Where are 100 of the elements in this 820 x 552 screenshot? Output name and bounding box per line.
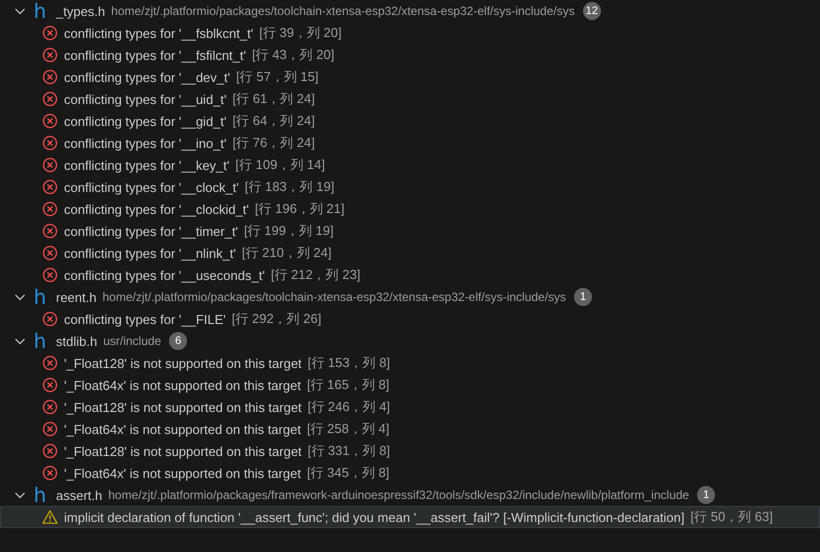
file-group-row[interactable]: h assert.h home/zjt/.platformio/packages/framework-arduinoespressif32/tools/sdk/esp32/include/newlib/platform_include 1 — [0, 484, 820, 506]
problem-row[interactable]: '_Float128' is not supported on this target [行 153，列 8] — [0, 352, 820, 374]
error-icon — [42, 399, 58, 415]
problem-message: '_Float64x' is not supported on this target — [64, 378, 301, 392]
problem-location: [行 109，列 14] — [235, 156, 325, 174]
problem-row[interactable]: conflicting types for '__gid_t' [行 64，列 24] — [0, 110, 820, 132]
file-group-row[interactable]: h reent.h home/zjt/.platformio/packages/toolchain-xtensa-esp32/xtensa-esp32-elf/sys-include/sys 1 — [0, 286, 820, 308]
problem-location: [行 57，列 15] — [236, 68, 318, 86]
file-path: usr/include — [103, 334, 162, 348]
error-icon — [42, 267, 58, 283]
problem-location: [行 199，列 19] — [244, 222, 334, 240]
problem-message: conflicting types for '__fsblkcnt_t' — [64, 26, 254, 40]
problem-row[interactable]: '_Float128' is not supported on this target [行 331，列 8] — [0, 440, 820, 462]
problem-message: '_Float64x' is not supported on this target — [64, 422, 301, 436]
header-file-icon: h — [32, 0, 48, 22]
problem-location: [行 196，列 21] — [254, 200, 344, 218]
file-group-row[interactable]: h _types.h home/zjt/.platformio/packages/toolchain-xtensa-esp32/xtensa-esp32-elf/sys-include/sys 12 — [0, 0, 820, 22]
file-name: _types.h — [56, 4, 106, 18]
problem-message: conflicting types for '__useconds_t' — [64, 268, 265, 282]
problem-location: [行 331，列 8] — [308, 442, 390, 460]
problem-row[interactable]: conflicting types for '__dev_t' [行 57，列 15] — [0, 66, 820, 88]
error-icon — [42, 69, 58, 85]
problem-location: [行 153，列 8] — [308, 354, 390, 372]
problem-row[interactable]: conflicting types for '__useconds_t' [行 212，列 23] — [0, 264, 820, 286]
problem-row[interactable]: '_Float128' is not supported on this target [行 246，列 4] — [0, 396, 820, 418]
problem-row[interactable]: '_Float64x' is not supported on this target [行 345，列 8] — [0, 462, 820, 484]
problem-message: conflicting types for '__gid_t' — [64, 114, 226, 128]
problem-location: [行 50，列 63] — [690, 508, 773, 526]
problem-row[interactable]: conflicting types for '__timer_t' [行 199，列 19] — [0, 220, 820, 242]
problem-message: conflicting types for '__dev_t' — [64, 70, 230, 84]
problem-message: '_Float128' is not supported on this target — [64, 444, 302, 458]
problem-row[interactable]: conflicting types for '__key_t' [行 109，列 14] — [0, 154, 820, 176]
problem-location: [行 345，列 8] — [306, 464, 390, 482]
problem-location: [行 258，列 4] — [306, 420, 390, 438]
problem-row[interactable]: conflicting types for '__clock_t' [行 183，列 19] — [0, 176, 820, 198]
error-icon — [42, 157, 58, 173]
problem-count: 6 — [169, 332, 188, 350]
problem-message: conflicting types for '__ino_t' — [64, 136, 226, 150]
error-icon — [42, 25, 58, 41]
problem-row[interactable]: conflicting types for '__nlink_t' [行 210，列 24] — [0, 242, 820, 264]
problem-location: [行 61，列 24] — [232, 90, 315, 108]
problem-message: conflicting types for '__nlink_t' — [64, 246, 236, 260]
problem-row[interactable]: implicit declaration of function '__assert_func'; did you mean '__assert_fail'? [-Wimplicit-function-declaration] [行 50，列 63] — [0, 506, 820, 528]
error-icon — [42, 465, 58, 481]
error-icon — [42, 377, 58, 393]
problem-message: conflicting types for '__clockid_t' — [64, 202, 249, 216]
file-path: home/zjt/.platformio/packages/toolchain-xtensa-esp32/xtensa-esp32-elf/sys-include/sys — [102, 290, 566, 304]
problem-location: [行 183，列 19] — [244, 178, 334, 196]
file-path: home/zjt/.platformio/packages/framework-arduinoespressif32/tools/sdk/esp32/include/newlib/platform_include — [108, 488, 690, 502]
error-icon — [42, 201, 58, 217]
problem-message: conflicting types for '__timer_t' — [64, 224, 238, 238]
file-name: stdlib.h — [56, 334, 98, 348]
file-name: reent.h — [56, 290, 96, 304]
problem-message: '_Float64x' is not supported on this target — [64, 466, 301, 480]
error-icon — [42, 311, 58, 327]
error-icon — [42, 355, 58, 371]
problem-message: '_Float128' is not supported on this target — [64, 400, 302, 414]
problem-row[interactable]: conflicting types for '__clockid_t' [行 196，列 21] — [0, 198, 820, 220]
error-icon — [42, 223, 58, 239]
problem-location: [行 43，列 20] — [252, 46, 334, 64]
problem-row[interactable]: conflicting types for '__fsblkcnt_t' [行 39，列 20] — [0, 22, 820, 44]
problem-message: implicit declaration of function '__assert_func'; did you mean '__assert_fail'? [-Wimplicit-function-declaration] — [64, 510, 685, 524]
problem-row[interactable]: conflicting types for '__FILE' [行 292，列 26] — [0, 308, 820, 330]
problem-location: [行 165，列 8] — [306, 376, 390, 394]
file-name: assert.h — [56, 488, 102, 502]
problem-row[interactable]: conflicting types for '__uid_t' [行 61，列 24] — [0, 88, 820, 110]
problem-row[interactable]: conflicting types for '__fsfilcnt_t' [行 43，列 20] — [0, 44, 820, 66]
header-file-icon: h — [32, 484, 48, 506]
problem-location: [行 210，列 24] — [242, 244, 332, 262]
file-group-row[interactable]: h stdlib.h usr/include 6 — [0, 330, 820, 352]
problem-count: 1 — [697, 486, 716, 504]
error-icon — [42, 179, 58, 195]
problem-message: conflicting types for '__clock_t' — [64, 180, 239, 194]
problem-message: conflicting types for '__uid_t' — [64, 92, 226, 106]
problem-count: 1 — [574, 288, 592, 306]
error-icon — [42, 135, 58, 151]
problem-count: 12 — [582, 2, 601, 20]
problem-location: [行 212，列 23] — [270, 266, 360, 284]
problem-location: [行 76，列 24] — [232, 134, 315, 152]
problem-row[interactable]: conflicting types for '__ino_t' [行 76，列 24] — [0, 132, 820, 154]
problem-location: [行 246，列 4] — [308, 398, 390, 416]
problem-message: conflicting types for '__fsfilcnt_t' — [64, 48, 246, 62]
problem-message: '_Float128' is not supported on this target — [64, 356, 302, 370]
header-file-icon: h — [32, 330, 48, 352]
warning-icon — [42, 509, 58, 525]
error-icon — [42, 113, 58, 129]
error-icon — [42, 47, 58, 63]
error-icon — [42, 245, 58, 261]
problem-location: [行 292，列 26] — [232, 310, 322, 328]
error-icon — [42, 91, 58, 107]
error-icon — [42, 443, 58, 459]
problem-message: conflicting types for '__key_t' — [64, 158, 230, 172]
problem-location: [行 39，列 20] — [259, 24, 342, 42]
error-icon — [42, 421, 58, 437]
file-path: home/zjt/.platformio/packages/toolchain-xtensa-esp32/xtensa-esp32-elf/sys-include/sys — [111, 4, 575, 18]
problem-message: conflicting types for '__FILE' — [64, 312, 226, 326]
problem-row[interactable]: '_Float64x' is not supported on this target [行 165，列 8] — [0, 374, 820, 396]
problem-location: [行 64，列 24] — [232, 112, 315, 130]
problem-row[interactable]: '_Float64x' is not supported on this target [行 258，列 4] — [0, 418, 820, 440]
header-file-icon: h — [32, 286, 48, 308]
